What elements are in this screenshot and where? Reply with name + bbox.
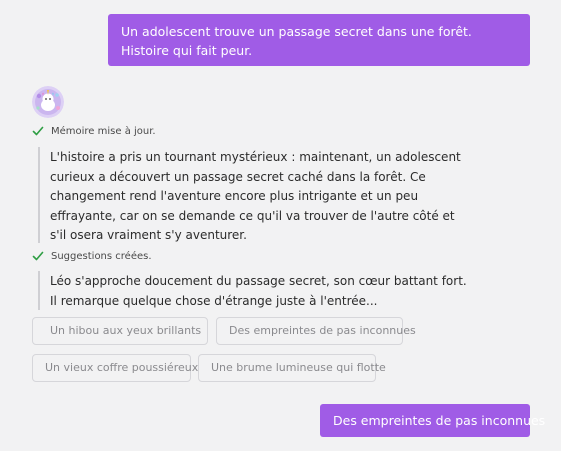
chat-view: Un adolescent trouve un passage secret d… <box>0 0 561 451</box>
user-message-text: Un adolescent trouve un passage secret d… <box>121 24 472 58</box>
suggestions-status-label: Suggestions créées. <box>51 250 152 262</box>
suggestions-status: Suggestions créées. <box>32 250 152 262</box>
user-message-text: Des empreintes de pas inconnues <box>333 413 546 428</box>
memory-status-label: Mémoire mise à jour. <box>51 125 156 137</box>
suggestion-label: Une brume lumineuse qui flotte <box>211 361 386 374</box>
check-icon <box>32 126 44 136</box>
memory-quote: L'histoire a pris un tournant mystérieux… <box>38 147 470 243</box>
suggestion-chip-mist[interactable]: Une brume lumineuse qui flotte <box>198 354 386 382</box>
memory-text: L'histoire a pris un tournant mystérieux… <box>50 150 461 242</box>
user-message-prompt: Un adolescent trouve un passage secret d… <box>108 14 530 66</box>
suggestion-chip-chest[interactable]: Un vieux coffre poussiéreux <box>32 354 198 382</box>
memory-status: Mémoire mise à jour. <box>32 125 156 137</box>
suggestion-label: Un hibou aux yeux brillants <box>50 324 202 337</box>
user-message-choice: Des empreintes de pas inconnues <box>320 404 545 437</box>
unicorn-avatar-icon <box>32 86 64 118</box>
check-icon <box>32 251 44 261</box>
suggestion-chip-owl[interactable]: Un hibou aux yeux brillants <box>32 317 208 345</box>
suggestion-label: Un vieux coffre poussiéreux <box>45 361 199 374</box>
suggestion-chip-footprints[interactable]: Des empreintes de pas inconnues <box>216 317 416 345</box>
suggestion-label: Des empreintes de pas inconnues <box>229 324 416 337</box>
suggestions-quote: Léo s'approche doucement du passage secr… <box>38 271 470 310</box>
suggestions-text: Léo s'approche doucement du passage secr… <box>50 274 467 308</box>
